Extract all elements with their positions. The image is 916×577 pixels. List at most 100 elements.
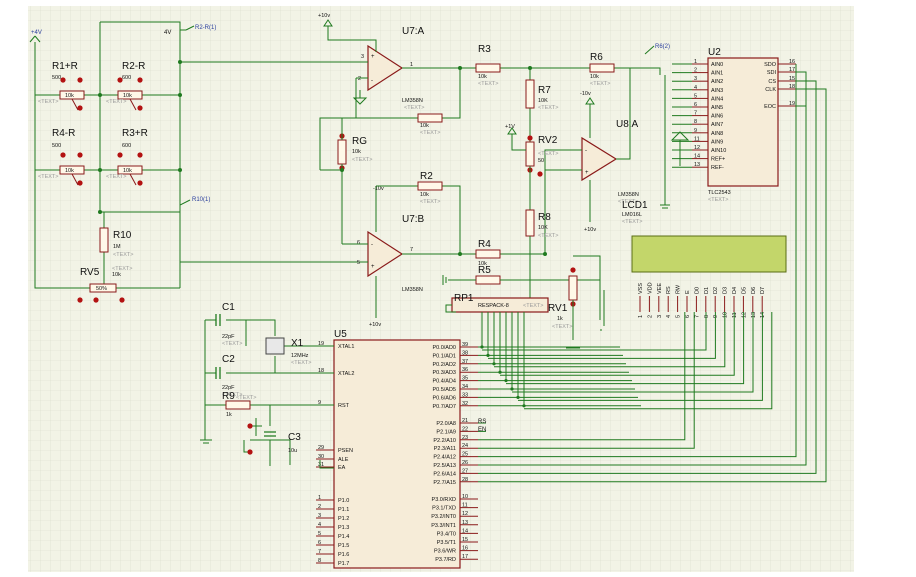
u5-pin-num: 2 xyxy=(318,504,321,510)
svg-text:12MHz: 12MHz xyxy=(291,353,309,359)
resistor-r6 xyxy=(589,63,615,73)
u5-pin-num: 13 xyxy=(462,520,468,526)
u2-pin-name: AIN6 xyxy=(711,114,723,120)
u5-pin-num: 37 xyxy=(462,359,468,365)
svg-text:10K: 10K xyxy=(538,98,548,104)
u5-pin-name: P1.2 xyxy=(338,516,349,522)
u5-pin-num: 39 xyxy=(462,342,468,348)
r10-label: R10 xyxy=(113,230,132,241)
u2-part: TLC2543 xyxy=(708,190,731,196)
u2-pin-num: 18 xyxy=(789,84,795,90)
lcd-pin-name: VSS xyxy=(638,283,644,294)
u2-pin-num: 14 xyxy=(694,154,700,160)
u5-pin-num: 5 xyxy=(318,531,321,537)
u5-pin-name: P3.5/T1 xyxy=(437,540,456,546)
u2-pin-num: 9 xyxy=(694,128,697,134)
svg-text:<TEXT>: <TEXT> xyxy=(106,174,126,180)
u5-pin-name: P1.7 xyxy=(338,561,349,567)
u5-pin-name: P3.4/T0 xyxy=(437,531,456,537)
net-plus4v: +4V xyxy=(31,30,42,36)
svg-text:<TEXT>: <TEXT> xyxy=(38,174,58,180)
svg-text:1k: 1k xyxy=(226,412,232,418)
u5-pin-num: 7 xyxy=(318,549,321,555)
r3b-label: R3 xyxy=(478,44,491,55)
u2-pin-name: AIN5 xyxy=(711,105,723,111)
svg-text:<TEXT>: <TEXT> xyxy=(622,219,642,225)
lcd-pin-num: 9 xyxy=(713,315,719,318)
schematic-canvas: 10k 10k 10k 10k R1+R 500 R2-R 600 R4-R 5… xyxy=(0,0,916,572)
r2b-label: R2 xyxy=(420,171,433,182)
svg-text:<TEXT>: <TEXT> xyxy=(590,81,610,87)
r10-value: 1M xyxy=(113,244,121,250)
svg-text:-: - xyxy=(585,148,587,154)
r4b-label: R4 xyxy=(478,239,491,250)
lcd-pin-name: VEE xyxy=(657,283,663,294)
resistor-r9 xyxy=(225,400,251,410)
lcd-pin-num: 10 xyxy=(723,312,729,318)
rv5-value: 10k xyxy=(112,272,121,278)
rp1-part: RESPACK-8 xyxy=(478,303,509,309)
u5-pin-name: P3.7/RD xyxy=(435,557,456,563)
u5-pin-num: 12 xyxy=(462,511,468,517)
u5-pin-num: 17 xyxy=(462,554,468,560)
lcd-pin-name: D1 xyxy=(704,287,710,294)
resistor-r3 xyxy=(475,63,501,73)
svg-text:10k: 10k xyxy=(590,74,599,80)
net-rs: RS xyxy=(478,419,486,425)
r4-value: 500 xyxy=(52,143,61,149)
u2-pin-name: EOC xyxy=(764,104,776,110)
svg-text:+10v: +10v xyxy=(584,227,596,233)
u2-pin-num: 3 xyxy=(694,76,697,82)
u2-pin-num: 7 xyxy=(694,111,697,117)
u2-pin-num: 11 xyxy=(694,136,700,142)
svg-text:-: - xyxy=(371,78,373,84)
lcd-pin-num: 5 xyxy=(676,315,682,318)
svg-text:50: 50 xyxy=(538,158,544,164)
resistor-r5 xyxy=(475,275,501,285)
u2-pin-num: 19 xyxy=(789,101,795,107)
resistor-rg xyxy=(337,139,347,165)
u2-pin-name: AIN2 xyxy=(711,79,723,85)
u5-pin-name: P2.7/A15 xyxy=(433,480,456,486)
r9-label: R9 xyxy=(222,391,235,402)
lcd-pin-num: 2 xyxy=(647,315,653,318)
u5-pin-name: P1.0 xyxy=(338,498,349,504)
u2-pin-name: SDI xyxy=(767,70,777,76)
net-r6: R6(2) xyxy=(655,44,670,50)
u5-pin-name: P1.6 xyxy=(338,552,349,558)
svg-text:<TEXT>: <TEXT> xyxy=(113,252,133,258)
lcd-pin-name: RW xyxy=(676,284,682,294)
net-r10: R10(1) xyxy=(192,197,210,203)
u2-pin-num: 8 xyxy=(694,119,697,125)
u2-pin-num: 5 xyxy=(694,93,697,99)
u5-pin-num: 36 xyxy=(462,367,468,373)
u5-pin-name: P2.6/A14 xyxy=(433,471,456,477)
u5-pin-name: P3.1/TXD xyxy=(432,506,456,512)
u5-pin-num: 35 xyxy=(462,376,468,382)
u5-pin-name: P0.3/AD3 xyxy=(432,370,456,376)
r6-label: R6 xyxy=(590,52,603,63)
u5-pin-num: 32 xyxy=(462,401,468,407)
u5-pin-num: 26 xyxy=(462,460,468,466)
u7a-vcc: +10v xyxy=(318,13,330,19)
svg-text:10u: 10u xyxy=(288,448,297,454)
svg-text:3: 3 xyxy=(361,54,364,60)
u5-pin-name: P0.0/AD0 xyxy=(432,345,456,351)
u8a-part: LM358N xyxy=(618,192,639,198)
u5-pin-num: 23 xyxy=(462,435,468,441)
svg-text:<TEXT>: <TEXT> xyxy=(478,81,498,87)
resistor-r7 xyxy=(525,79,535,109)
lcd-pin-name: D5 xyxy=(741,287,747,294)
pot-rv2 xyxy=(525,141,535,167)
u5-pin-num: 38 xyxy=(462,350,468,356)
svg-text:<TEXT>: <TEXT> xyxy=(552,324,572,330)
r2-label: R2-R xyxy=(122,61,145,72)
u5-pin-name: P1.4 xyxy=(338,534,349,540)
svg-text:+: + xyxy=(371,54,375,60)
u2-pin-name: CS xyxy=(768,79,776,85)
resistor-r2 xyxy=(417,181,443,191)
net-4v: 4V xyxy=(164,30,171,36)
u5-pin-name: P2.5/A13 xyxy=(433,463,456,469)
r1-rv: 10k xyxy=(65,93,74,99)
u5-pin-name: P3.0/RXD xyxy=(432,497,456,503)
